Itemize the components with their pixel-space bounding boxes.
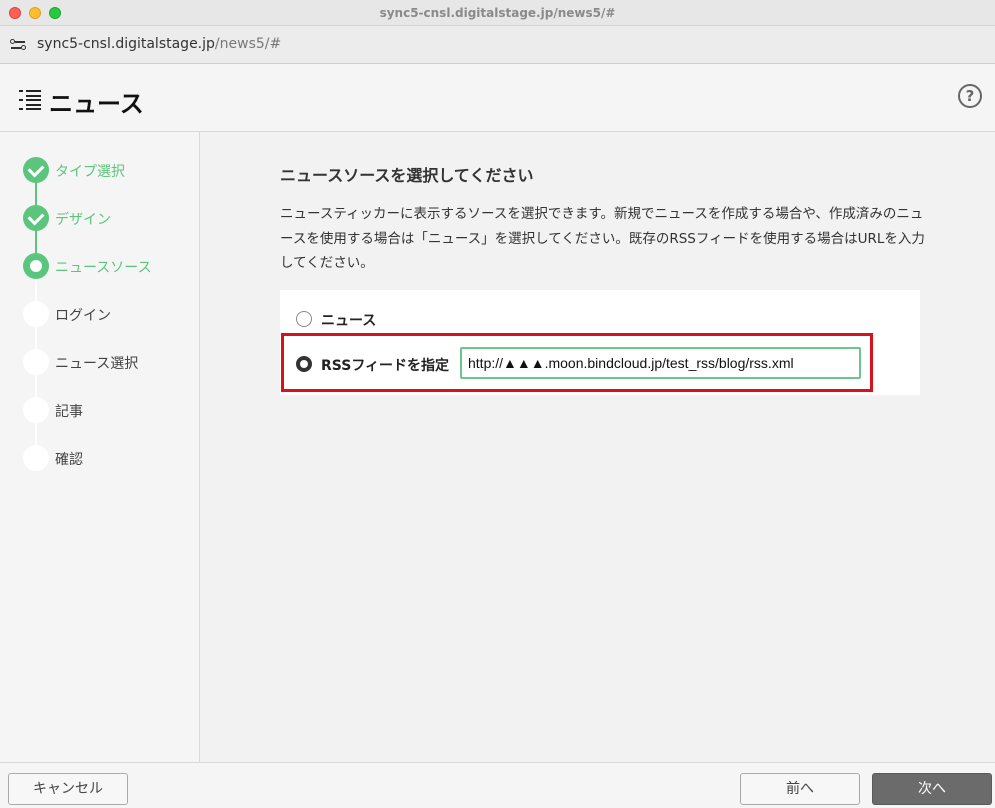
check-icon [23, 157, 49, 183]
help-icon[interactable]: ? [958, 84, 982, 108]
main-content: ニュースソースを選択してください ニュースティッカーに表示するソースを選択できま… [201, 132, 995, 762]
step-label: 記事 [55, 404, 83, 420]
address-path: /news5/# [214, 36, 282, 52]
app-header: ニュース ? [0, 64, 995, 132]
section-description: ニュースティッカーに表示するソースを選択できます。新規でニュースを作成する場合や… [280, 206, 925, 271]
step-label: タイプ選択 [55, 164, 125, 180]
step-confirm: 確認 [23, 445, 193, 471]
rss-radio-button[interactable] [296, 356, 312, 372]
window-title: sync5-cnsl.digitalstage.jp/news5/# [379, 6, 616, 20]
page-title: ニュース [49, 90, 144, 118]
news-radio-button[interactable] [296, 311, 312, 327]
pending-step-icon [23, 445, 49, 471]
address-bar: sync5-cnsl.digitalstage.jp/news5/# [0, 26, 995, 64]
news-option-label[interactable]: ニュース [321, 310, 376, 330]
step-label: デザイン [55, 212, 111, 228]
address-url[interactable]: sync5-cnsl.digitalstage.jp/news5/# [37, 36, 281, 52]
step-news-source[interactable]: ニュースソース [23, 253, 193, 279]
rss-url-input[interactable]: http://▲▲▲.moon.bindcloud.jp/test_rss/bl… [460, 347, 861, 379]
step-design[interactable]: デザイン [23, 205, 193, 231]
current-step-icon [23, 253, 49, 279]
footer-bar: キャンセル 前へ 次へ [0, 762, 995, 808]
pending-step-icon [23, 397, 49, 423]
section-heading: ニュースソースを選択してください [280, 166, 534, 185]
step-login: ログイン [23, 301, 193, 327]
address-host: sync5-cnsl.digitalstage.jp [37, 36, 215, 52]
step-type-select[interactable]: タイプ選択 [23, 157, 193, 183]
source-options-panel: ニュース RSSフィードを指定 http://▲▲▲.moon.bindclou… [280, 290, 920, 395]
pending-step-icon [23, 349, 49, 375]
site-settings-icon[interactable] [9, 36, 27, 54]
step-sidebar: タイプ選択 デザイン ニュースソース ログイン ニュース選択 記事 確認 [0, 132, 200, 762]
previous-button[interactable]: 前へ [740, 773, 860, 805]
check-icon [23, 205, 49, 231]
step-label: 確認 [55, 452, 83, 468]
rss-option-label[interactable]: RSSフィードを指定 [321, 355, 449, 375]
step-label: ニュースソース [55, 260, 152, 276]
window-titlebar: sync5-cnsl.digitalstage.jp/news5/# [0, 0, 995, 26]
list-icon [19, 90, 41, 110]
pending-step-icon [23, 301, 49, 327]
next-button[interactable]: 次へ [872, 773, 992, 805]
step-label: ログイン [55, 308, 111, 324]
step-article: 記事 [23, 397, 193, 423]
cancel-button[interactable]: キャンセル [8, 773, 128, 805]
step-news-select: ニュース選択 [23, 349, 193, 375]
step-label: ニュース選択 [55, 356, 139, 372]
